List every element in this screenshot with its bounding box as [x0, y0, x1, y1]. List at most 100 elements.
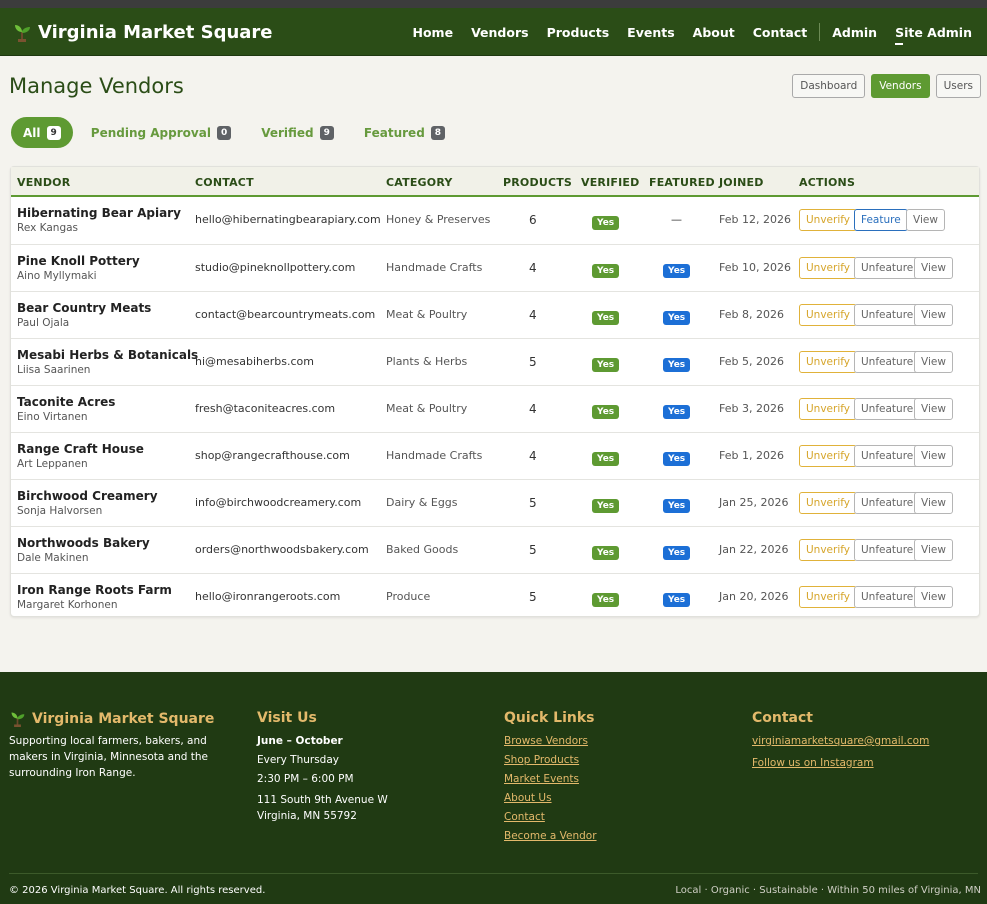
- nav-contact[interactable]: Contact: [753, 25, 807, 40]
- filter-featured[interactable]: Featured 8: [352, 117, 457, 148]
- footer-link-market-events[interactable]: Market Events: [504, 770, 724, 789]
- footer-link-browse-vendors[interactable]: Browse Vendors: [504, 732, 724, 751]
- vendor-email: orders@northwoodsbakery.com: [195, 543, 369, 556]
- filter-count-badge: 8: [430, 125, 446, 140]
- column-header-actions: ACTIONS: [799, 176, 856, 189]
- unfeature-button[interactable]: Unfeature: [854, 539, 921, 561]
- vendor-name: Bear Country Meats: [17, 301, 152, 315]
- unverify-button[interactable]: Unverify: [799, 304, 857, 326]
- unfeature-button[interactable]: Unfeature: [854, 398, 921, 420]
- footer-instagram-link[interactable]: Follow us on Instagram: [752, 754, 982, 773]
- footer-contact-email-link[interactable]: virginiamarketsquare@gmail.com: [752, 732, 982, 751]
- vendor-name: Hibernating Bear Apiary: [17, 206, 181, 220]
- nav-vendors[interactable]: Vendors: [471, 25, 529, 40]
- verified-badge: Yes: [592, 546, 620, 560]
- footer-brand-column: Virginia Market Square Supporting local …: [9, 710, 239, 781]
- table-row: Bear Country Meats Paul Ojala contact@bear…: [11, 291, 979, 338]
- footer-link-become-vendor[interactable]: Become a Vendor: [504, 827, 724, 846]
- view-button[interactable]: View: [906, 209, 945, 231]
- filter-verified[interactable]: Verified 9: [249, 117, 346, 148]
- users-tab-button[interactable]: Users: [935, 74, 981, 98]
- vendor-contact-person: Eino Virtanen: [17, 411, 88, 423]
- filter-all[interactable]: All 9: [11, 117, 73, 148]
- dashboard-tab-button[interactable]: Dashboard: [792, 74, 866, 98]
- footer-contact-heading: Contact: [752, 710, 813, 726]
- vendor-contact-person: Margaret Korhonen: [17, 599, 118, 611]
- unverify-button[interactable]: Unverify: [799, 492, 857, 514]
- unfeature-button[interactable]: Unfeature: [854, 445, 921, 467]
- footer-visit-time: 2:30 PM – 6:00 PM: [257, 773, 354, 785]
- nav-events[interactable]: Events: [627, 25, 674, 40]
- vendor-name: Birchwood Creamery: [17, 489, 158, 503]
- vendor-category: Plants & Herbs: [386, 355, 468, 368]
- vendors-table: VENDOR CONTACT CATEGORY PRODUCTS VERIFIE…: [10, 166, 980, 617]
- featured-badge: Yes: [663, 499, 691, 513]
- unfeature-button[interactable]: Unfeature: [854, 492, 921, 514]
- vendor-name: Pine Knoll Pottery: [17, 254, 140, 268]
- vendor-joined-date: Feb 1, 2026: [719, 449, 784, 462]
- unfeature-button[interactable]: Unfeature: [854, 257, 921, 279]
- view-button[interactable]: View: [914, 492, 953, 514]
- unfeature-button[interactable]: Unfeature: [854, 586, 921, 608]
- unverify-button[interactable]: Unverify: [799, 257, 857, 279]
- feature-button[interactable]: Feature: [854, 209, 908, 231]
- verified-badge: Yes: [592, 358, 620, 372]
- vendor-product-count: 5: [529, 543, 537, 557]
- unverify-button[interactable]: Unverify: [799, 398, 857, 420]
- footer-link-about-us[interactable]: About Us: [504, 789, 724, 808]
- vendor-contact-person: Rex Kangas: [17, 222, 79, 234]
- vendor-category: Meat & Poultry: [386, 402, 468, 415]
- browser-top-strip: [0, 0, 987, 8]
- vendor-product-count: 4: [529, 261, 537, 275]
- footer-link-shop-products[interactable]: Shop Products: [504, 751, 724, 770]
- table-row: Iron Range Roots Farm Margaret Korhonen he…: [11, 573, 979, 620]
- filter-pending-approval[interactable]: Pending Approval 0: [79, 117, 243, 148]
- unfeature-button[interactable]: Unfeature: [854, 304, 921, 326]
- unverify-button[interactable]: Unverify: [799, 445, 857, 467]
- vendor-contact-person: Art Leppanen: [17, 458, 88, 470]
- brand-title: Virginia Market Square: [38, 21, 273, 43]
- view-button[interactable]: View: [914, 445, 953, 467]
- filter-label: All: [23, 125, 41, 140]
- nav-site-admin[interactable]: Site Admin: [895, 25, 972, 45]
- vendor-category: Meat & Poultry: [386, 308, 468, 321]
- vendor-name: Mesabi Herbs & Botanicals: [17, 348, 199, 362]
- vendor-email: info@birchwoodcreamery.com: [195, 496, 362, 509]
- nav-home[interactable]: Home: [413, 25, 454, 40]
- view-button[interactable]: View: [914, 257, 953, 279]
- vendor-product-count: 4: [529, 449, 537, 463]
- view-button[interactable]: View: [914, 351, 953, 373]
- featured-badge: Yes: [663, 405, 691, 419]
- vendors-tab-button[interactable]: Vendors: [871, 74, 930, 98]
- view-button[interactable]: View: [914, 398, 953, 420]
- unfeature-button[interactable]: Unfeature: [854, 351, 921, 373]
- view-button[interactable]: View: [914, 539, 953, 561]
- vendor-email: contact@bearcountrymeats.com: [195, 308, 376, 321]
- verified-badge: Yes: [592, 311, 620, 325]
- brand[interactable]: Virginia Market Square: [12, 20, 273, 44]
- featured-badge: Yes: [663, 264, 691, 278]
- nav-divider: [819, 23, 821, 41]
- vendor-name: Iron Range Roots Farm: [17, 583, 172, 597]
- unverify-button[interactable]: Unverify: [799, 586, 857, 608]
- nav-about[interactable]: About: [693, 25, 735, 40]
- verified-badge: Yes: [592, 216, 620, 230]
- nav-products[interactable]: Products: [547, 25, 610, 40]
- sprout-icon: [11, 712, 25, 727]
- vendor-product-count: 5: [529, 590, 537, 604]
- unverify-button[interactable]: Unverify: [799, 351, 857, 373]
- vendor-category: Honey & Preserves: [386, 213, 491, 226]
- nav-admin[interactable]: Admin: [832, 25, 877, 40]
- view-button[interactable]: View: [914, 304, 953, 326]
- table-row: Hibernating Bear Apiary Rex Kangas hello@h…: [11, 197, 979, 244]
- filter-label: Pending Approval: [90, 125, 211, 140]
- vendor-email: hello@hibernatingbearapiary.com: [195, 213, 381, 226]
- unverify-button[interactable]: Unverify: [799, 539, 857, 561]
- footer-divider: [9, 873, 978, 874]
- unverify-button[interactable]: Unverify: [799, 209, 857, 231]
- main-nav: Home Vendors Products Events About Conta…: [395, 23, 972, 45]
- footer-brand-title: Virginia Market Square: [32, 710, 215, 727]
- filter-label: Verified: [261, 125, 314, 140]
- footer-link-contact[interactable]: Contact: [504, 808, 724, 827]
- view-button[interactable]: View: [914, 586, 953, 608]
